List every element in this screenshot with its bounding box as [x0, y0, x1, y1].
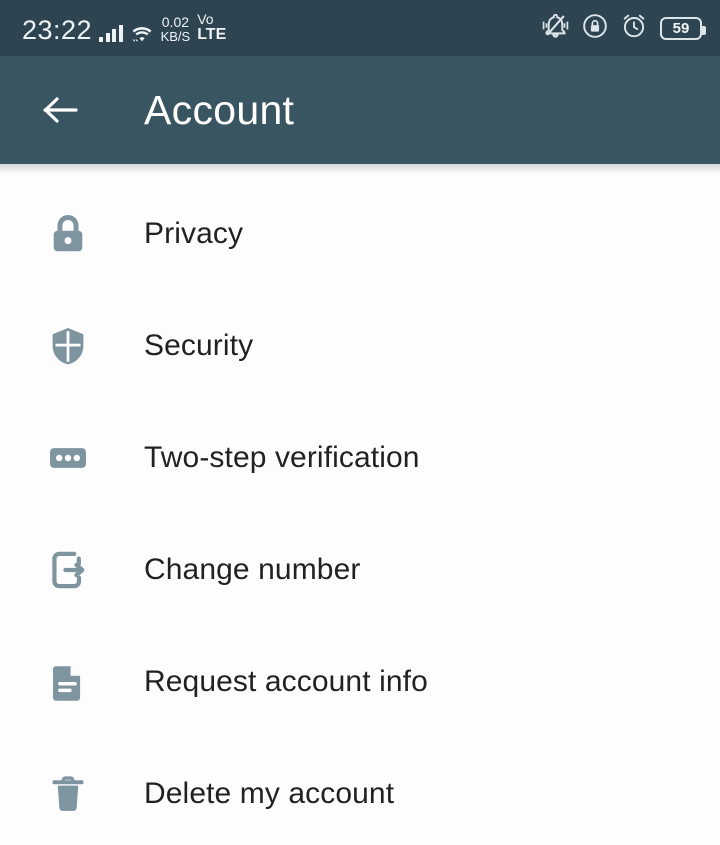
settings-list: Privacy Security Two-step verification C… [0, 164, 720, 845]
list-item-label: Delete my account [144, 777, 395, 810]
trash-icon [46, 771, 96, 817]
status-clock: 23:22 [22, 15, 93, 45]
network-speed-unit: KB/S [160, 29, 191, 44]
back-arrow-icon[interactable] [42, 92, 78, 128]
lock-icon [46, 211, 96, 257]
list-item-request-account-info[interactable]: Request account info [0, 626, 720, 738]
app-bar: Account [0, 56, 720, 174]
screen-lock-icon [582, 13, 608, 44]
list-item-change-number[interactable]: Change number [0, 514, 720, 626]
wifi-icon [130, 24, 154, 44]
list-item-delete-my-account[interactable]: Delete my account [0, 738, 720, 845]
volte-bottom-label: LTE [197, 26, 227, 43]
alarm-clock-icon [621, 13, 647, 44]
status-bar-left: 23:22 0.02 KB/S Vo LTE [22, 12, 226, 44]
list-item-privacy[interactable]: Privacy [0, 178, 720, 290]
document-icon [46, 659, 96, 705]
signal-bars-icon [99, 24, 123, 44]
volte-top-label: Vo [197, 11, 214, 27]
list-item-label: Change number [144, 553, 361, 586]
list-item-label: Privacy [144, 217, 244, 250]
network-speed-value: 0.02 [161, 14, 190, 30]
battery-percent-label: 59 [672, 19, 690, 37]
pin-dots-icon [46, 435, 96, 481]
list-item-label: Two-step verification [144, 441, 420, 474]
status-bar-right: 59 [542, 12, 706, 44]
list-item-label: Request account info [144, 665, 428, 698]
battery-icon: 59 [660, 16, 706, 40]
phone-exit-arrow-icon [46, 547, 96, 593]
volte-indicator: Vo LTE [197, 12, 226, 44]
silent-bell-icon [542, 12, 569, 44]
page-title: Account [144, 86, 295, 133]
list-item-two-step-verification[interactable]: Two-step verification [0, 402, 720, 514]
list-item-security[interactable]: Security [0, 290, 720, 402]
list-item-label: Security [144, 329, 254, 362]
network-speed: 0.02 KB/S [161, 15, 191, 44]
status-bar: 23:22 0.02 KB/S Vo LTE 59 [0, 0, 720, 56]
phone-screen: 23:22 0.02 KB/S Vo LTE 59 Account Privac… [0, 0, 720, 845]
shield-icon [46, 323, 96, 369]
